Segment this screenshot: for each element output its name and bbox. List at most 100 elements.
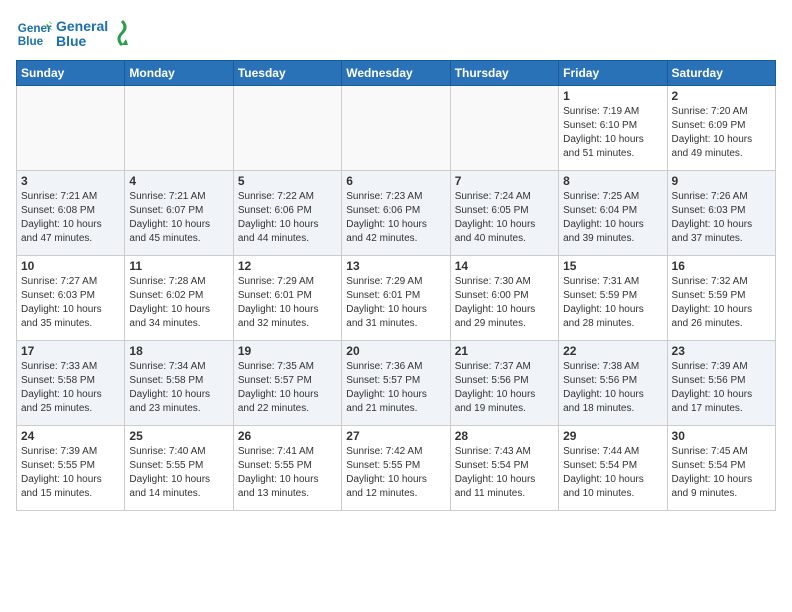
col-header-saturday: Saturday [667,61,775,86]
day-number: 26 [238,429,337,443]
logo: General Blue General Blue [16,16,132,52]
calendar-cell: 19 Sunrise: 7:35 AM Sunset: 5:57 PM Dayli… [233,341,341,426]
day-number: 6 [346,174,445,188]
day-number: 15 [563,259,662,273]
calendar-cell [450,86,558,171]
day-info: Sunrise: 7:30 AM Sunset: 6:00 PM Dayligh… [455,275,554,331]
day-number: 27 [346,429,445,443]
col-header-friday: Friday [559,61,667,86]
calendar-cell: 10 Sunrise: 7:27 AM Sunset: 6:03 PM Dayli… [17,256,125,341]
page-header: General Blue General Blue [16,16,776,52]
day-info: Sunrise: 7:21 AM Sunset: 6:08 PM Dayligh… [21,190,120,246]
calendar-cell: 2 Sunrise: 7:20 AM Sunset: 6:09 PM Daylig… [667,86,775,171]
day-info: Sunrise: 7:31 AM Sunset: 5:59 PM Dayligh… [563,275,662,331]
day-info: Sunrise: 7:37 AM Sunset: 5:56 PM Dayligh… [455,360,554,416]
day-number: 8 [563,174,662,188]
calendar-week-row: 10 Sunrise: 7:27 AM Sunset: 6:03 PM Dayli… [17,256,776,341]
calendar-cell [125,86,233,171]
day-info: Sunrise: 7:33 AM Sunset: 5:58 PM Dayligh… [21,360,120,416]
calendar-cell: 4 Sunrise: 7:21 AM Sunset: 6:07 PM Daylig… [125,171,233,256]
calendar-week-row: 1Sunrise: 7:19 AM Sunset: 6:10 PM Daylig… [17,86,776,171]
day-info: Sunrise: 7:21 AM Sunset: 6:07 PM Dayligh… [129,190,228,246]
day-number: 19 [238,344,337,358]
day-number: 4 [129,174,228,188]
logo-text-blue: Blue [56,34,108,49]
calendar-cell: 23 Sunrise: 7:39 AM Sunset: 5:56 PM Dayli… [667,341,775,426]
logo-wave-icon [112,19,132,49]
day-number: 24 [21,429,120,443]
calendar-cell: 9 Sunrise: 7:26 AM Sunset: 6:03 PM Daylig… [667,171,775,256]
day-info: Sunrise: 7:41 AM Sunset: 5:55 PM Dayligh… [238,445,337,501]
day-number: 3 [21,174,120,188]
calendar-cell: 3 Sunrise: 7:21 AM Sunset: 6:08 PM Daylig… [17,171,125,256]
calendar-cell: 27Sunrise: 7:42 AM Sunset: 5:55 PM Dayli… [342,426,450,511]
calendar-cell: 15 Sunrise: 7:31 AM Sunset: 5:59 PM Dayli… [559,256,667,341]
calendar-cell [342,86,450,171]
day-info: Sunrise: 7:38 AM Sunset: 5:56 PM Dayligh… [563,360,662,416]
day-info: Sunrise: 7:34 AM Sunset: 5:58 PM Dayligh… [129,360,228,416]
day-info: Sunrise: 7:26 AM Sunset: 6:03 PM Dayligh… [672,190,771,246]
day-number: 29 [563,429,662,443]
calendar-cell: 6 Sunrise: 7:23 AM Sunset: 6:06 PM Daylig… [342,171,450,256]
calendar-cell: 29Sunrise: 7:44 AM Sunset: 5:54 PM Dayli… [559,426,667,511]
day-number: 30 [672,429,771,443]
calendar-cell: 30 Sunrise: 7:45 AM Sunset: 5:54 PM Dayli… [667,426,775,511]
col-header-wednesday: Wednesday [342,61,450,86]
calendar-cell: 20Sunrise: 7:36 AM Sunset: 5:57 PM Dayli… [342,341,450,426]
calendar-cell: 8 Sunrise: 7:25 AM Sunset: 6:04 PM Daylig… [559,171,667,256]
calendar-cell: 12 Sunrise: 7:29 AM Sunset: 6:01 PM Dayli… [233,256,341,341]
calendar-table: SundayMondayTuesdayWednesdayThursdayFrid… [16,60,776,511]
calendar-cell: 7 Sunrise: 7:24 AM Sunset: 6:05 PM Daylig… [450,171,558,256]
calendar-cell: 16Sunrise: 7:32 AM Sunset: 5:59 PM Dayli… [667,256,775,341]
calendar-cell: 14 Sunrise: 7:30 AM Sunset: 6:00 PM Dayli… [450,256,558,341]
day-number: 22 [563,344,662,358]
day-info: Sunrise: 7:25 AM Sunset: 6:04 PM Dayligh… [563,190,662,246]
calendar-cell: 1Sunrise: 7:19 AM Sunset: 6:10 PM Daylig… [559,86,667,171]
day-number: 11 [129,259,228,273]
col-header-thursday: Thursday [450,61,558,86]
calendar-cell: 28 Sunrise: 7:43 AM Sunset: 5:54 PM Dayli… [450,426,558,511]
calendar-header-row: SundayMondayTuesdayWednesdayThursdayFrid… [17,61,776,86]
calendar-week-row: 24 Sunrise: 7:39 AM Sunset: 5:55 PM Dayli… [17,426,776,511]
day-number: 9 [672,174,771,188]
day-number: 5 [238,174,337,188]
day-info: Sunrise: 7:29 AM Sunset: 6:01 PM Dayligh… [346,275,445,331]
calendar-cell: 18Sunrise: 7:34 AM Sunset: 5:58 PM Dayli… [125,341,233,426]
day-number: 21 [455,344,554,358]
calendar-cell: 25Sunrise: 7:40 AM Sunset: 5:55 PM Dayli… [125,426,233,511]
calendar-cell: 21 Sunrise: 7:37 AM Sunset: 5:56 PM Dayli… [450,341,558,426]
day-info: Sunrise: 7:32 AM Sunset: 5:59 PM Dayligh… [672,275,771,331]
day-info: Sunrise: 7:43 AM Sunset: 5:54 PM Dayligh… [455,445,554,501]
day-info: Sunrise: 7:20 AM Sunset: 6:09 PM Dayligh… [672,105,771,161]
calendar-cell [17,86,125,171]
day-info: Sunrise: 7:23 AM Sunset: 6:06 PM Dayligh… [346,190,445,246]
day-number: 7 [455,174,554,188]
day-info: Sunrise: 7:28 AM Sunset: 6:02 PM Dayligh… [129,275,228,331]
day-info: Sunrise: 7:39 AM Sunset: 5:56 PM Dayligh… [672,360,771,416]
day-info: Sunrise: 7:29 AM Sunset: 6:01 PM Dayligh… [238,275,337,331]
col-header-tuesday: Tuesday [233,61,341,86]
logo-text-general: General [56,19,108,34]
calendar-cell: 11 Sunrise: 7:28 AM Sunset: 6:02 PM Dayli… [125,256,233,341]
calendar-week-row: 3 Sunrise: 7:21 AM Sunset: 6:08 PM Daylig… [17,171,776,256]
day-info: Sunrise: 7:36 AM Sunset: 5:57 PM Dayligh… [346,360,445,416]
day-number: 28 [455,429,554,443]
day-info: Sunrise: 7:39 AM Sunset: 5:55 PM Dayligh… [21,445,120,501]
day-number: 14 [455,259,554,273]
calendar-week-row: 17 Sunrise: 7:33 AM Sunset: 5:58 PM Dayli… [17,341,776,426]
day-number: 17 [21,344,120,358]
day-number: 2 [672,89,771,103]
day-info: Sunrise: 7:24 AM Sunset: 6:05 PM Dayligh… [455,190,554,246]
day-info: Sunrise: 7:22 AM Sunset: 6:06 PM Dayligh… [238,190,337,246]
day-info: Sunrise: 7:45 AM Sunset: 5:54 PM Dayligh… [672,445,771,501]
calendar-cell: 13Sunrise: 7:29 AM Sunset: 6:01 PM Dayli… [342,256,450,341]
logo-icon: General Blue [16,16,52,52]
day-info: Sunrise: 7:35 AM Sunset: 5:57 PM Dayligh… [238,360,337,416]
calendar-cell: 22 Sunrise: 7:38 AM Sunset: 5:56 PM Dayli… [559,341,667,426]
day-number: 10 [21,259,120,273]
day-info: Sunrise: 7:27 AM Sunset: 6:03 PM Dayligh… [21,275,120,331]
calendar-cell: 17 Sunrise: 7:33 AM Sunset: 5:58 PM Dayli… [17,341,125,426]
day-number: 23 [672,344,771,358]
calendar-cell: 5 Sunrise: 7:22 AM Sunset: 6:06 PM Daylig… [233,171,341,256]
day-number: 12 [238,259,337,273]
